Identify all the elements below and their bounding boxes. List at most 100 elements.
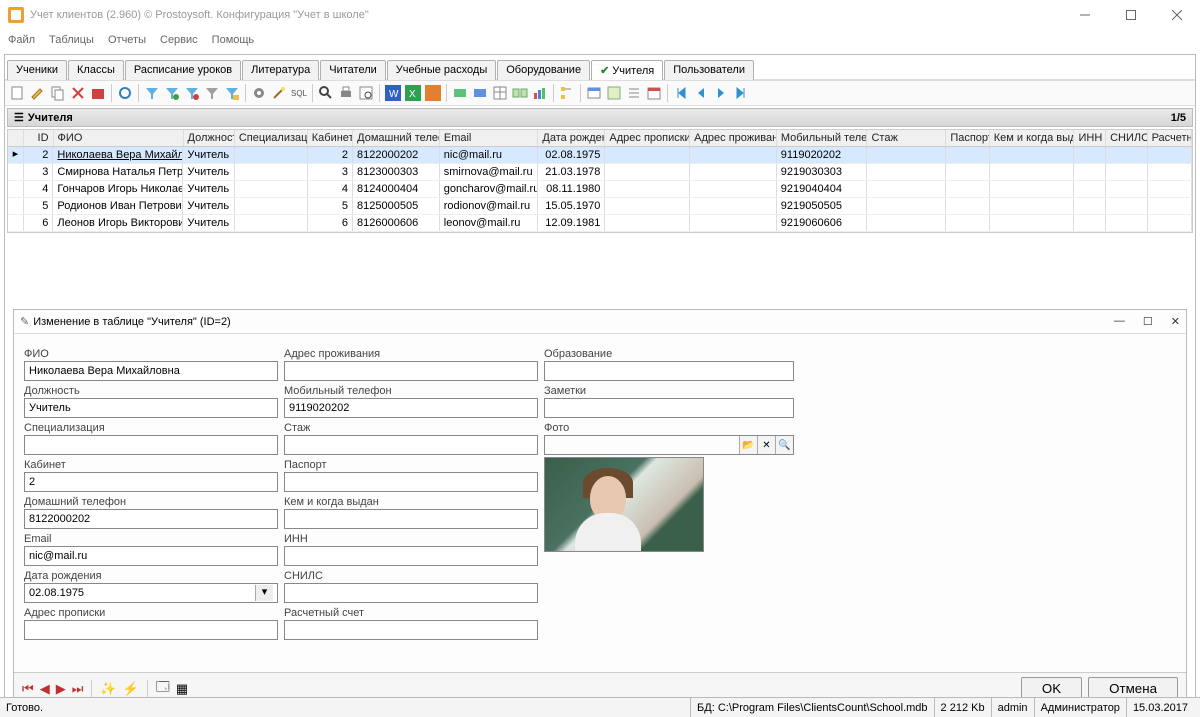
- wand-icon[interactable]: [270, 84, 288, 102]
- search-icon[interactable]: [317, 84, 335, 102]
- rec-first-icon[interactable]: ⏮: [22, 681, 34, 697]
- photo-field[interactable]: 📂 ✕ 🔍: [544, 435, 794, 455]
- rec-bolt-icon[interactable]: ⚡: [123, 681, 139, 697]
- field-spec[interactable]: [24, 435, 278, 455]
- menu-reports[interactable]: Отчеты: [108, 34, 146, 46]
- tree-icon[interactable]: [558, 84, 576, 102]
- table-row[interactable]: 3Смирнова Наталья Петровна Учитель 38123…: [8, 164, 1192, 181]
- tab-expenses[interactable]: Учебные расходы: [387, 60, 496, 80]
- edit-minimize-button[interactable]: —: [1114, 315, 1125, 328]
- export-word-icon[interactable]: W: [384, 84, 402, 102]
- window-icon[interactable]: [585, 84, 603, 102]
- sql-icon[interactable]: SQL: [290, 84, 308, 102]
- table-row[interactable]: ▸ 2Николаева Вера Михайловна Учитель 281…: [8, 147, 1192, 164]
- tab-literature[interactable]: Литература: [242, 60, 319, 80]
- field-mob[interactable]: [284, 398, 538, 418]
- filter-add-icon[interactable]: [163, 84, 181, 102]
- export-excel-icon[interactable]: X: [404, 84, 422, 102]
- tab-readers[interactable]: Читатели: [320, 60, 386, 80]
- tab-schedule[interactable]: Расписание уроков: [125, 60, 241, 80]
- menu-tables[interactable]: Таблицы: [49, 34, 94, 46]
- chart-icon[interactable]: [531, 84, 549, 102]
- rec-prev-icon[interactable]: ◀: [40, 681, 50, 697]
- field-apz[interactable]: [284, 361, 538, 381]
- menu-bar: Файл Таблицы Отчеты Сервис Помощь: [0, 30, 1200, 50]
- export-html-icon[interactable]: [424, 84, 442, 102]
- delete-icon[interactable]: [69, 84, 87, 102]
- chevron-down-icon[interactable]: ▾: [255, 585, 273, 601]
- gear-icon[interactable]: [250, 84, 268, 102]
- nav-prev-icon[interactable]: [692, 84, 710, 102]
- field-tel[interactable]: [24, 509, 278, 529]
- filter-icon[interactable]: [143, 84, 161, 102]
- label-email: Email: [24, 533, 278, 545]
- import-icon[interactable]: [451, 84, 469, 102]
- field-kem[interactable]: [284, 509, 538, 529]
- maximize-button[interactable]: [1108, 0, 1154, 30]
- rec-wand-icon[interactable]: ✨: [100, 681, 116, 697]
- edit-icon[interactable]: [29, 84, 47, 102]
- nav-first-icon[interactable]: [672, 84, 690, 102]
- field-staz[interactable]: [284, 435, 538, 455]
- tab-users[interactable]: Пользователи: [664, 60, 754, 80]
- filter-clear-icon[interactable]: [203, 84, 221, 102]
- table-row[interactable]: 5Родионов Иван Петрович Учитель 58125000…: [8, 198, 1192, 215]
- tab-equipment[interactable]: Оборудование: [497, 60, 590, 80]
- field-fio[interactable]: [24, 361, 278, 381]
- nav-next-icon[interactable]: [712, 84, 730, 102]
- data-grid[interactable]: ID ФИО Должность Специализация Кабинет Д…: [7, 129, 1193, 233]
- table-row[interactable]: 4Гончаров Игорь Николаевич Учитель 48124…: [8, 181, 1192, 198]
- minimize-button[interactable]: [1062, 0, 1108, 30]
- svg-text:X: X: [409, 89, 416, 100]
- form-icon[interactable]: [605, 84, 623, 102]
- photo-zoom-icon[interactable]: 🔍: [775, 436, 793, 454]
- field-obr[interactable]: [544, 361, 794, 381]
- rec-grid-icon[interactable]: ▦: [176, 681, 188, 697]
- edit-close-button[interactable]: ✕: [1171, 315, 1180, 328]
- field-zam[interactable]: [544, 398, 794, 418]
- calendar-icon[interactable]: [645, 84, 663, 102]
- field-snils[interactable]: [284, 583, 538, 603]
- list-icon[interactable]: [625, 84, 643, 102]
- tab-strip: Ученики Классы Расписание уроков Литерат…: [5, 55, 1195, 80]
- close-button[interactable]: [1154, 0, 1200, 30]
- menu-help[interactable]: Помощь: [212, 34, 255, 46]
- field-dol[interactable]: [24, 398, 278, 418]
- field-kab[interactable]: [24, 472, 278, 492]
- table-icon[interactable]: [491, 84, 509, 102]
- print-icon[interactable]: [337, 84, 355, 102]
- field-pasp[interactable]: [284, 472, 538, 492]
- edit-panel: ✎ Изменение в таблице "Учителя" (ID=2) —…: [13, 309, 1187, 705]
- field-rasch[interactable]: [284, 620, 538, 640]
- new-icon[interactable]: [9, 84, 27, 102]
- link-icon[interactable]: [511, 84, 529, 102]
- field-ap[interactable]: [24, 620, 278, 640]
- tab-students[interactable]: Ученики: [7, 60, 67, 80]
- field-inn[interactable]: [284, 546, 538, 566]
- filter-save-icon[interactable]: [223, 84, 241, 102]
- tab-teachers[interactable]: ✔Учителя: [591, 60, 663, 80]
- refresh-icon[interactable]: [116, 84, 134, 102]
- nav-last-icon[interactable]: [732, 84, 750, 102]
- photo-open-icon[interactable]: 📂: [739, 436, 757, 454]
- table-row[interactable]: 6Леонов Игорь Викторович Учитель 6812600…: [8, 215, 1192, 232]
- export-icon[interactable]: [471, 84, 489, 102]
- filter-remove-icon[interactable]: [183, 84, 201, 102]
- preview-icon[interactable]: [357, 84, 375, 102]
- delete-all-icon[interactable]: [89, 84, 107, 102]
- photo-clear-icon[interactable]: ✕: [757, 436, 775, 454]
- label-inn: ИНН: [284, 533, 538, 545]
- rec-last-icon[interactable]: ⏭: [72, 681, 84, 697]
- menu-file[interactable]: Файл: [8, 34, 35, 46]
- copy-icon[interactable]: [49, 84, 67, 102]
- field-dr[interactable]: ▾: [24, 583, 278, 603]
- label-apz: Адрес проживания: [284, 348, 538, 360]
- teacher-photo: [544, 457, 704, 552]
- tab-classes[interactable]: Классы: [68, 60, 124, 80]
- field-email[interactable]: [24, 546, 278, 566]
- label-zam: Заметки: [544, 385, 904, 397]
- edit-maximize-button[interactable]: ☐: [1143, 315, 1153, 328]
- label-pasp: Паспорт: [284, 459, 538, 471]
- rec-next-icon[interactable]: ▶: [56, 681, 66, 697]
- menu-service[interactable]: Сервис: [160, 34, 198, 46]
